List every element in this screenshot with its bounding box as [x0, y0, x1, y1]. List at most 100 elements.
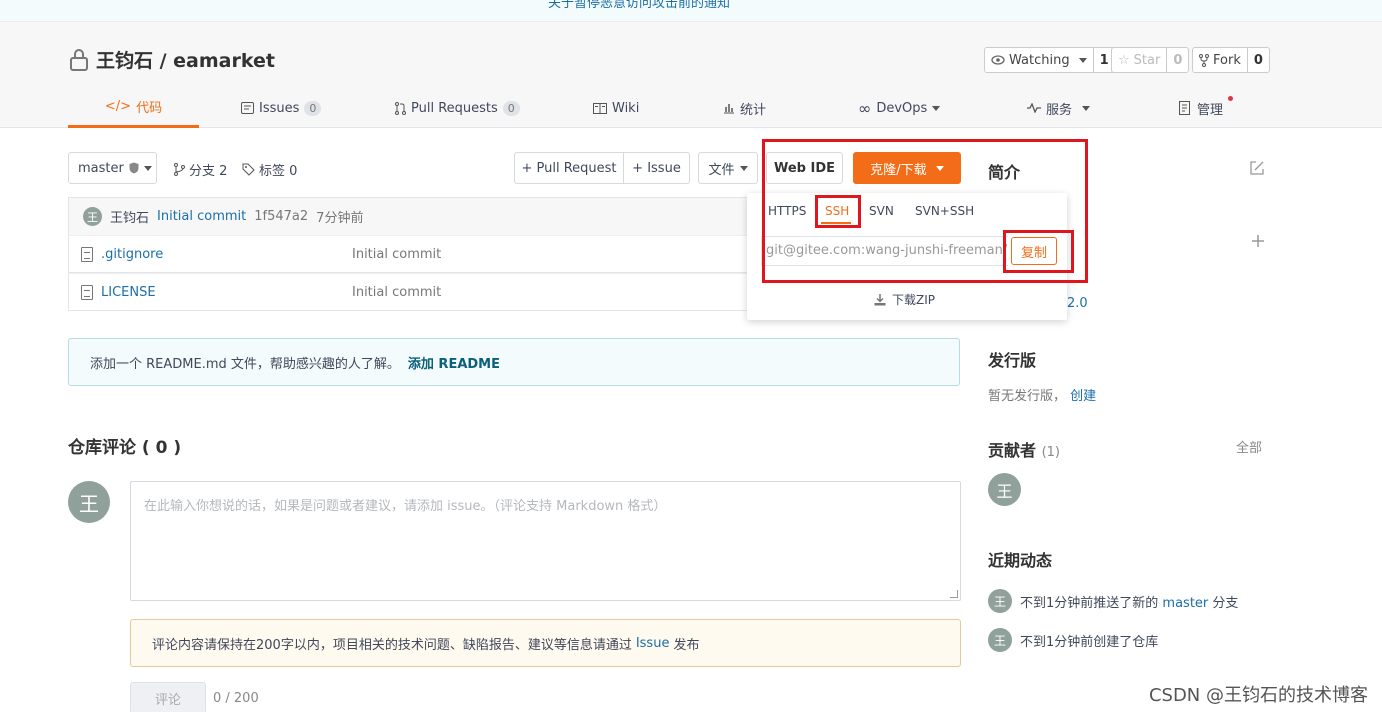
latest-commit-bar: 王 王钧石 Initial commit 1f547a2 7分钟前 [68, 197, 768, 235]
tab-admin[interactable]: 管理 [1179, 88, 1233, 128]
comment-guideline: 评论内容请保持在200字以内，项目相关的技术问题、缺陷报告、建议等信息请通过 I… [130, 619, 961, 667]
annotation-box [815, 195, 861, 228]
annotation-box [1003, 230, 1074, 273]
activity-text: 不到1分钟前创建了仓库 [1020, 634, 1159, 650]
list-item: 王 不到1分钟前推送了新的 master 分支 [988, 589, 1238, 613]
guideline-text: 评论内容请保持在200字以内，项目相关的技术问题、缺陷报告、建议等信息请通过 [152, 637, 632, 653]
avatar[interactable]: 王 [68, 481, 110, 523]
watch-button[interactable]: Watching 1 [984, 47, 1116, 73]
avatar[interactable]: 王 [988, 473, 1021, 506]
contributors-title: 贡献者 (1) [988, 437, 1060, 461]
commit-author[interactable]: 王钧石 [110, 207, 149, 226]
file-label: 文件 [708, 162, 735, 178]
fork-icon [1199, 53, 1209, 67]
tab-admin-label: 管理 [1197, 102, 1224, 118]
comments-title: 仓库评论 ( 0 ) [68, 438, 182, 458]
readme-tip: 添加一个 README.md 文件，帮助感兴趣的人了解。 添加 README [68, 338, 960, 386]
submit-comment-button[interactable]: 评论 [130, 682, 206, 712]
tab-wiki[interactable]: Wiki [593, 88, 639, 128]
repo-header: 王钧石 / eamarket Watching 1 ☆ Star 0 Fork … [0, 22, 1382, 128]
tab-services-label: 服务 [1046, 102, 1073, 118]
comment-placeholder: 在此输入你想说的话，如果是问题或者建议，请添加 issue。（评论支持 Mark… [144, 499, 667, 514]
resize-handle-icon[interactable] [950, 590, 958, 598]
issues-count-badge: 0 [304, 100, 322, 116]
tab-services[interactable]: 服务 [1027, 88, 1091, 128]
readme-tip-text: 添加一个 README.md 文件，帮助感兴趣的人了解。 [90, 356, 400, 372]
download-zip-link[interactable]: 下载ZIP [874, 291, 935, 308]
table-row[interactable]: .gitignore Initial commit [68, 235, 768, 273]
tag-icon [242, 163, 255, 176]
tab-issues[interactable]: Issues 0 [241, 88, 322, 128]
tab-pull-requests[interactable]: Pull Requests 0 [395, 88, 520, 128]
pull-request-icon [395, 101, 406, 115]
issues-icon [241, 102, 254, 114]
code-icon: </> [104, 99, 132, 114]
watch-label: Watching [1009, 52, 1070, 68]
fork-count[interactable]: 0 [1248, 48, 1269, 72]
book-icon [593, 102, 607, 114]
contributors-count: (1) [1041, 445, 1061, 460]
comment-textarea[interactable]: 在此输入你想说的话，如果是问题或者建议，请添加 issue。（评论支持 Mark… [130, 481, 961, 601]
infinity-icon: ∞ [858, 98, 872, 118]
commit-message[interactable]: Initial commit [157, 209, 246, 224]
branches-link[interactable]: 分支 2 [174, 160, 227, 179]
chevron-down-icon [1078, 57, 1087, 63]
releases-info: 暂无发行版， 创建 [988, 385, 1096, 404]
shield-icon [129, 162, 139, 174]
activity-branch-link[interactable]: master [1162, 596, 1208, 611]
chevron-down-icon [739, 165, 748, 171]
star-count[interactable]: 0 [1167, 48, 1188, 72]
pulse-icon [1027, 103, 1041, 113]
commit-hash[interactable]: 1f547a2 [254, 209, 308, 224]
tab-stats-label: 统计 [740, 102, 767, 118]
create-release-link[interactable]: 创建 [1070, 389, 1096, 404]
file-name[interactable]: LICENSE [101, 285, 156, 300]
download-zip-label: 下载ZIP [892, 293, 935, 307]
new-issue-button[interactable]: + Issue [623, 152, 690, 184]
tab-devops[interactable]: ∞ DevOps [858, 88, 941, 128]
pulls-count-badge: 0 [502, 100, 520, 116]
tags-link[interactable]: 标签 0 [242, 160, 297, 179]
star-button[interactable]: ☆ Star 0 [1111, 47, 1190, 73]
releases-text: 暂无发行版， [988, 389, 1067, 404]
issue-label: + Issue [632, 160, 681, 176]
commit-time: 7分钟前 [316, 211, 364, 226]
edit-icon[interactable] [1249, 160, 1265, 176]
chevron-down-icon [1082, 105, 1091, 111]
tab-issues-label: Issues [259, 100, 300, 116]
star-label: Star [1133, 52, 1161, 68]
tab-pulls-label: Pull Requests [411, 100, 498, 116]
table-row[interactable]: LICENSE Initial commit [68, 273, 768, 311]
file-menu-button[interactable]: 文件 [698, 152, 758, 184]
new-pull-request-button[interactable]: + Pull Request [514, 152, 624, 184]
releases-title: 发行版 [988, 351, 1037, 370]
guideline-issue-link[interactable]: Issue [636, 636, 670, 651]
branch-name: master [78, 160, 124, 176]
char-counter: 0 / 200 [213, 691, 259, 706]
license-link[interactable]: 2.0 [1067, 296, 1088, 311]
activity-pre: 不到1分钟前推送了新的 [1020, 595, 1159, 611]
download-icon [874, 293, 886, 305]
file-commit-message[interactable]: Initial commit [352, 285, 441, 300]
repo-name[interactable]: 王钧石 / eamarket [96, 46, 275, 73]
file-commit-message[interactable]: Initial commit [352, 247, 441, 262]
avatar[interactable]: 王 [988, 628, 1012, 652]
plus-icon[interactable] [1251, 234, 1265, 248]
star-icon: ☆ [1118, 52, 1130, 68]
avatar[interactable]: 王 [83, 207, 102, 226]
file-name[interactable]: .gitignore [101, 247, 163, 262]
pull-request-label: + Pull Request [521, 160, 617, 176]
announcement-text[interactable]: 关于暂停恶意访问攻击前的通知 [548, 0, 730, 11]
fork-button[interactable]: Fork 0 [1192, 47, 1270, 73]
bar-chart-icon [724, 104, 734, 114]
tab-stats[interactable]: 统计 [723, 88, 766, 128]
file-icon [81, 285, 93, 300]
add-readme-link[interactable]: 添加 README [408, 353, 500, 372]
tab-code[interactable]: </> 代码 [68, 88, 199, 128]
chevron-down-icon [143, 165, 152, 171]
announcement-bar[interactable]: 关于暂停恶意访问攻击前的通知 [0, 0, 1382, 22]
avatar[interactable]: 王 [988, 589, 1012, 613]
branch-select[interactable]: master [68, 152, 157, 184]
branches-label: 分支 2 [189, 164, 228, 179]
contributors-all-link[interactable]: 全部 [1236, 437, 1262, 456]
